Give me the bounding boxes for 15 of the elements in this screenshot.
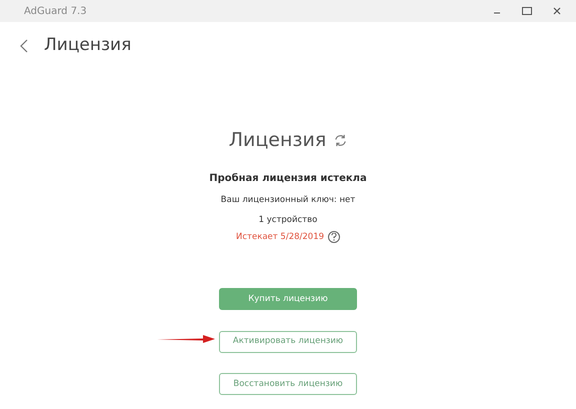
back-icon[interactable] [20,39,28,53]
license-button[interactable]: Восстановить лицензию [219,372,357,395]
expiry-text: Истекает 5/28/2019 [236,231,324,244]
license-status: Пробная лицензия истекла [209,172,367,186]
close-icon[interactable] [553,7,561,15]
license-key-text: Ваш лицензионный ключ: нет [220,194,356,206]
license-title: Лицензия [228,128,326,153]
window-title: AdGuard 7.3 [24,4,87,18]
buy-button[interactable]: Купить лицензию [219,288,357,310]
help-icon[interactable] [328,231,340,244]
maximize-icon[interactable] [522,7,532,15]
page-title: Лицензия [44,34,132,58]
refresh-icon[interactable] [334,134,348,147]
devices-text: 1 устройство [258,214,318,227]
license-button[interactable]: Активировать лицензию [219,330,357,352]
